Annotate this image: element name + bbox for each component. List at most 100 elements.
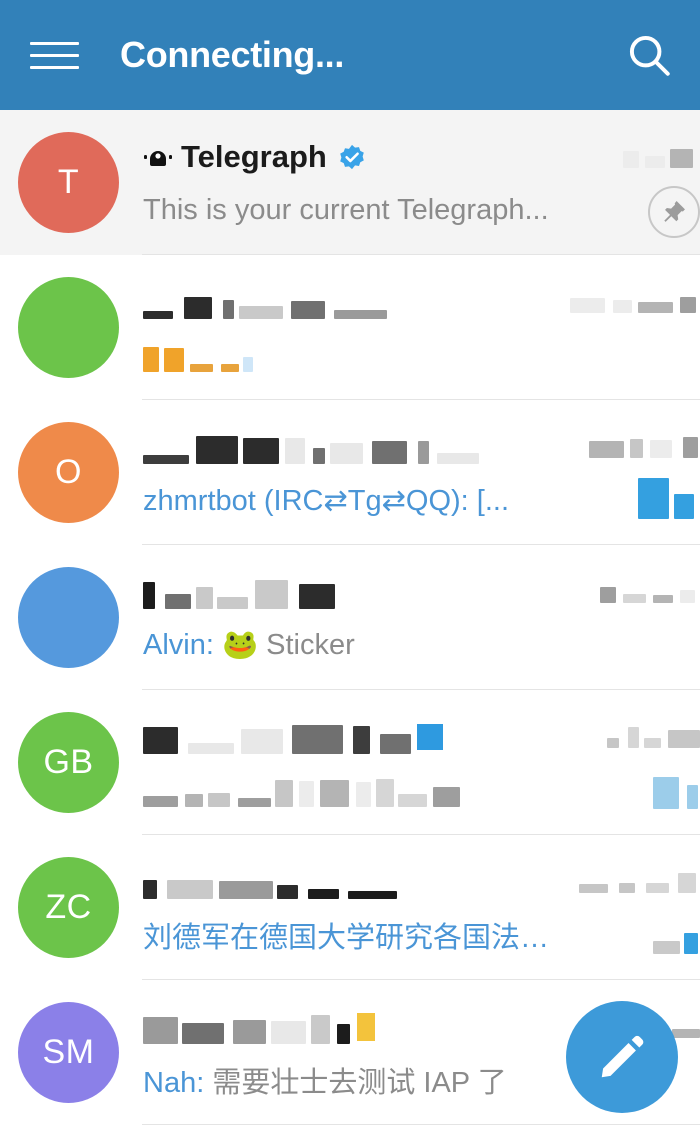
redacted-block — [217, 597, 248, 609]
redacted-block — [670, 149, 693, 168]
redacted-block — [613, 300, 632, 313]
redacted-block — [143, 880, 157, 899]
redacted-block — [238, 798, 271, 807]
preview-sender: Nah: — [143, 1067, 213, 1099]
redacted-block — [275, 780, 293, 807]
redacted-block — [299, 781, 314, 807]
redacted-block — [398, 794, 427, 807]
chat-list-item[interactable]: GB — [0, 690, 700, 835]
redacted-block — [376, 779, 394, 807]
avatar[interactable]: ZC — [18, 857, 119, 958]
redacted-block — [271, 1021, 306, 1044]
redacted-block — [680, 590, 695, 603]
chat-preview-text: This is your current Telegraph... — [143, 193, 549, 226]
chat-row-body — [119, 690, 700, 814]
redacted-block — [196, 587, 213, 609]
redacted-block — [165, 594, 191, 609]
redacted-block — [353, 726, 370, 754]
verified-badge-icon — [338, 143, 366, 171]
redacted-block — [644, 738, 661, 748]
unread-badge-redacted — [653, 775, 700, 809]
redacted-block — [308, 889, 339, 899]
redacted-block — [190, 364, 213, 372]
chat-list-item[interactable]: T Telegraph This is your current Telegraph… — [0, 110, 700, 255]
redacted-block — [143, 582, 155, 609]
redacted-block — [653, 777, 679, 809]
chat-title: Telegraph — [181, 139, 327, 174]
redacted-block — [221, 364, 239, 372]
avatar[interactable] — [18, 567, 119, 668]
redacted-block — [233, 1020, 266, 1044]
page-title: Connecting... — [120, 34, 345, 75]
redacted-block — [223, 300, 234, 319]
unread-badge-redacted — [638, 478, 700, 519]
redacted-block — [589, 441, 624, 458]
chat-preview-row — [143, 766, 700, 814]
redacted-block — [334, 310, 387, 319]
timestamp-redacted — [589, 424, 700, 458]
redacted-block — [646, 883, 669, 893]
redacted-block — [600, 587, 616, 603]
chat-list-item[interactable]: ZC 刘德军在德国大学研究各国法… — [0, 835, 700, 980]
redacted-block — [683, 437, 698, 458]
hamburger-menu-icon[interactable] — [30, 29, 82, 81]
chat-row-body: zhmrtbot (IRC⇄Tg⇄QQ): [... — [119, 400, 700, 524]
chat-preview-text: Nah: 需要壮士去测试 IAP 了 — [143, 1059, 507, 1101]
redacted-block — [653, 595, 673, 603]
megaphone-bot-icon — [143, 144, 173, 170]
redacted-block — [219, 881, 273, 899]
redacted-block — [143, 727, 178, 754]
redacted-block — [579, 884, 608, 893]
chat-title-redacted — [143, 865, 404, 899]
chat-list: T Telegraph This is your current Telegraph… — [0, 110, 700, 1125]
redacted-block — [188, 743, 234, 754]
redacted-block — [182, 1023, 224, 1044]
chat-preview-row — [143, 331, 700, 379]
row-divider — [142, 1124, 700, 1125]
chat-row-body: 刘德军在德国大学研究各国法… — [119, 835, 700, 959]
redacted-block — [291, 301, 325, 319]
avatar[interactable] — [18, 277, 119, 378]
redacted-block — [143, 311, 173, 319]
avatar[interactable]: T — [18, 132, 119, 233]
compose-fab-button[interactable] — [566, 1001, 678, 1113]
redacted-block — [277, 885, 298, 899]
timestamp-redacted — [600, 569, 700, 603]
chat-list-item[interactable]: Ozhmrtbot (IRC⇄Tg⇄QQ): [... — [0, 400, 700, 545]
avatar[interactable]: O — [18, 422, 119, 523]
redacted-block — [241, 729, 283, 754]
chat-row-body: Alvin: 🐸 Sticker — [119, 545, 700, 669]
avatar[interactable]: GB — [18, 712, 119, 813]
avatar[interactable]: SM — [18, 1002, 119, 1103]
pencil-compose-icon — [601, 1035, 644, 1078]
redacted-block — [680, 297, 696, 313]
redacted-block — [437, 453, 479, 464]
chat-title-redacted — [143, 720, 411, 754]
menu-bar-2 — [30, 53, 79, 57]
redacted-block — [243, 438, 279, 464]
timestamp-blocks — [600, 569, 700, 603]
chat-preview-text: Alvin: 🐸 Sticker — [143, 628, 355, 662]
redacted-block — [653, 941, 680, 954]
redacted-block — [208, 793, 230, 807]
redacted-block — [299, 584, 335, 609]
redacted-block — [570, 298, 605, 313]
search-icon[interactable] — [622, 28, 676, 82]
chat-list-item[interactable]: Alvin: 🐸 Sticker — [0, 545, 700, 690]
redacted-block — [674, 494, 694, 519]
chat-list-item[interactable] — [0, 255, 700, 400]
timestamp-blocks — [570, 279, 700, 313]
redacted-block — [607, 738, 619, 748]
redacted-block — [239, 306, 283, 319]
redacted-block — [320, 780, 349, 807]
redacted-block — [356, 782, 371, 807]
chat-preview-redacted — [143, 773, 467, 807]
chat-preview-text: 刘德军在德国大学研究各国法… — [143, 922, 550, 954]
chat-preview-text: zhmrtbot (IRC⇄Tg⇄QQ): [... — [143, 484, 510, 517]
redacted-block — [684, 933, 698, 954]
redacted-block — [337, 1024, 350, 1044]
chat-badge-area — [653, 768, 700, 816]
menu-bar-3 — [30, 65, 79, 69]
redacted-block — [619, 883, 635, 893]
redacted-block — [623, 594, 646, 603]
